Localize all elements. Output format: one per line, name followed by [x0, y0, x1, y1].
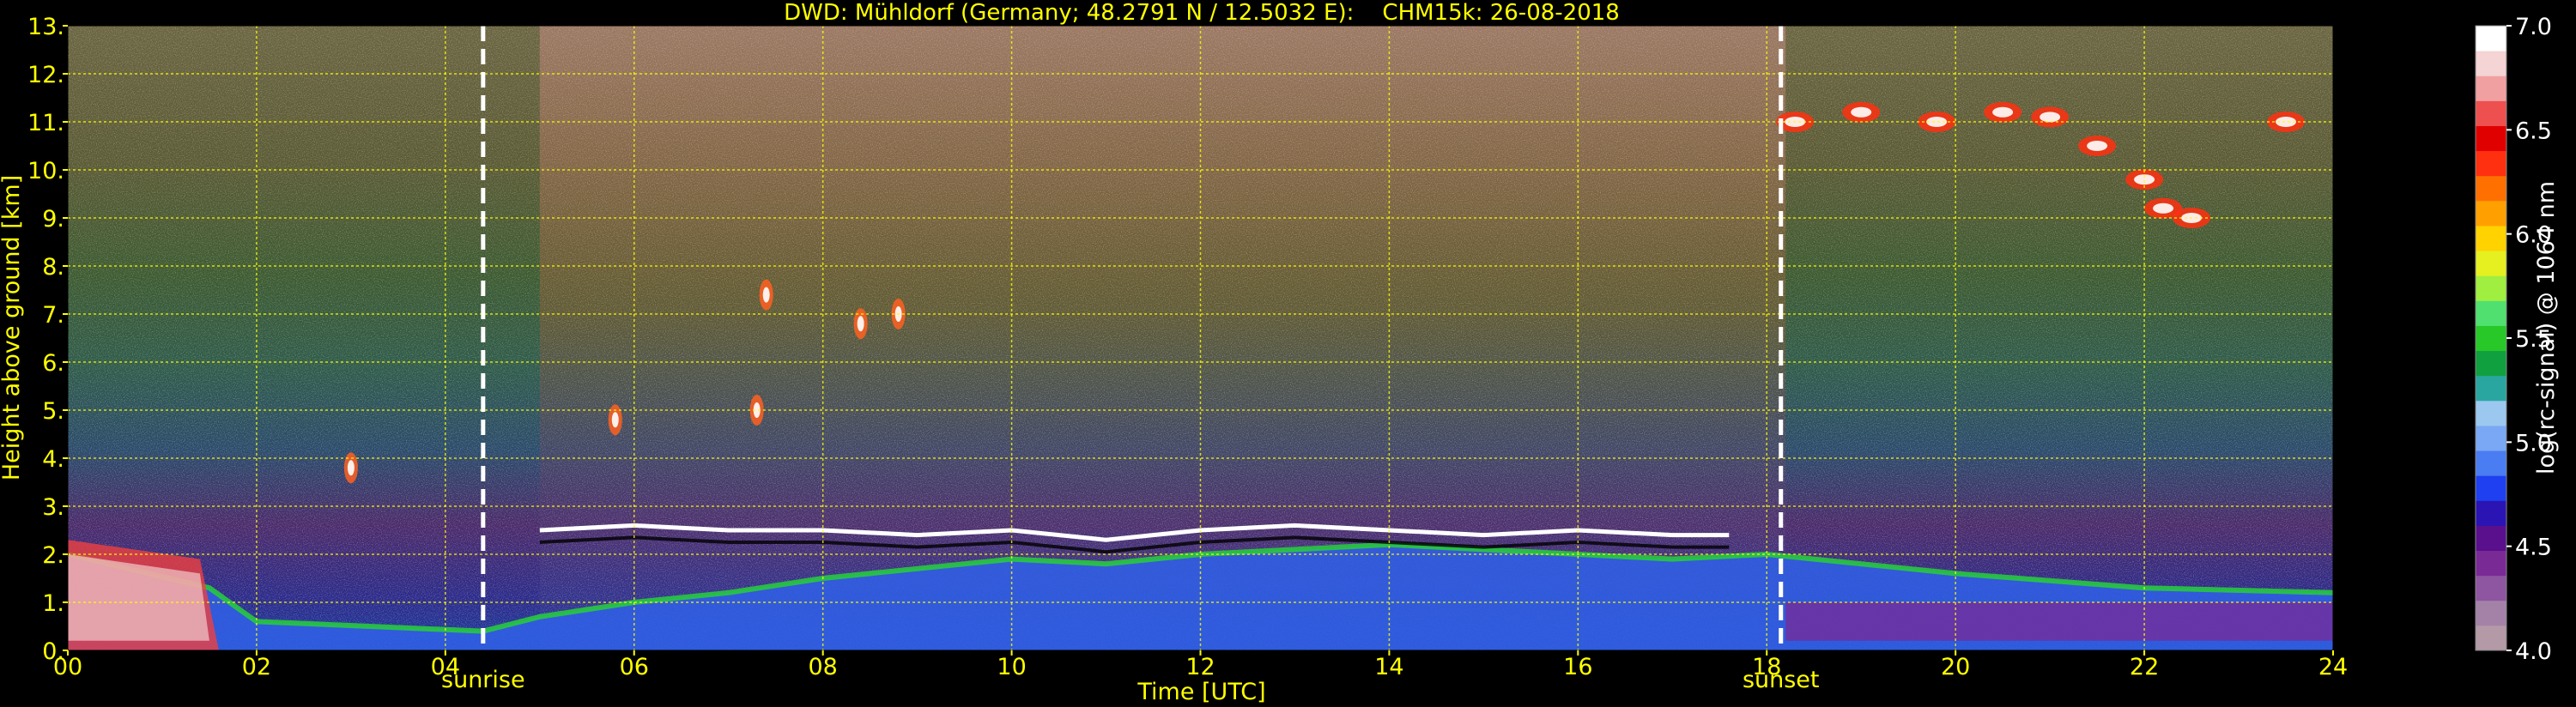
x-tick-label: 22 [2130, 654, 2159, 680]
ceilometer-chart: sunrise sunset 00 02 04 06 08 10 12 14 16 18 20 22 24… [0, 0, 2560, 705]
x-tick-label: 02 [242, 654, 271, 680]
y-tick-label: 4. [42, 446, 64, 473]
colorbar-label: log(rc-signal) @ 1064 nm [2533, 181, 2560, 474]
y-tick-label: 8. [42, 254, 64, 281]
colorbar-segment [2476, 350, 2506, 377]
colorbar-segment [2476, 600, 2506, 626]
colorbar-tick-label: 7.0 [2515, 14, 2552, 40]
colorbar-segment [2476, 425, 2506, 451]
colorbar-segment [2476, 625, 2506, 651]
y-tick-label: 13. [27, 14, 64, 40]
colorbar-segment [2476, 125, 2506, 152]
x-tick-label: 20 [1941, 654, 1970, 680]
midlevel-cloud-core [611, 412, 619, 428]
y-tick-label: 10. [27, 158, 64, 184]
y-tick-label: 6. [42, 350, 64, 377]
colorbar-segment [2476, 475, 2506, 501]
y-tick-label: 1. [42, 590, 64, 617]
y-tick-label: 11. [27, 110, 64, 136]
y-tick-label: 5. [42, 398, 64, 425]
colorbar-segment [2476, 400, 2506, 426]
chart-title: DWD: Mühldorf (Germany; 48.2791 N / 12.5… [784, 0, 1620, 26]
colorbar-segment [2476, 251, 2506, 276]
x-axis-label: Time [UTC] [1136, 679, 1265, 705]
x-tick-label: 10 [997, 654, 1026, 680]
x-tick-label: 16 [1563, 654, 1592, 680]
colorbar-segment [2476, 175, 2506, 202]
colorbar-segment [2476, 225, 2506, 251]
y-tick-label: 7. [42, 302, 64, 329]
midlevel-cloud-core [857, 316, 864, 332]
midlevel-cloud-core [762, 287, 770, 303]
colorbar-segment [2476, 51, 2506, 76]
x-tick-label: 18 [1752, 654, 1781, 680]
x-tick-label: 08 [808, 654, 837, 680]
colorbar-segment [2476, 525, 2506, 552]
colorbar-segment [2476, 500, 2506, 526]
nocturnal-layer [1785, 602, 2333, 641]
cirrus-core [2040, 112, 2061, 123]
colorbar-segment [2476, 275, 2506, 301]
colorbar-segment [2476, 76, 2506, 101]
cirrus-core [2087, 141, 2108, 151]
colorbar-segment [2476, 150, 2506, 177]
cirrus-core [2153, 202, 2174, 214]
x-tick-label: 04 [431, 654, 460, 680]
x-tick-label: 06 [620, 654, 649, 680]
colorbar-segment [2476, 200, 2506, 227]
cirrus-core [1992, 106, 2014, 118]
x-tick-label: 12 [1185, 654, 1215, 680]
colorbar-segment [2476, 550, 2506, 577]
y-tick-label: 2. [42, 542, 64, 569]
midlevel-cloud-core [347, 460, 355, 476]
y-tick-label: 12. [27, 62, 64, 88]
cirrus-core [1851, 106, 1872, 118]
y-tick-label: 3. [42, 494, 64, 521]
y-tick-label: 0. [42, 638, 64, 665]
colorbar-segment [2476, 300, 2506, 326]
x-tick-label: 24 [2318, 654, 2348, 680]
y-axis-label: Height above ground [km] [0, 175, 25, 480]
y-tick-label: 9. [42, 206, 64, 233]
colorbar-segment [2476, 325, 2506, 352]
colorbar-segment [2476, 450, 2506, 476]
colorbar-segment [2476, 375, 2506, 402]
x-tick-label: 14 [1374, 654, 1403, 680]
colorbar-segment [2476, 100, 2506, 126]
colorbar-tick-label: 4.5 [2515, 535, 2552, 561]
colorbar-tick-label: 4.0 [2515, 638, 2552, 665]
colorbar-tick-label: 6.5 [2515, 118, 2552, 144]
colorbar-segment [2476, 575, 2506, 601]
colorbar-segment [2476, 26, 2506, 51]
